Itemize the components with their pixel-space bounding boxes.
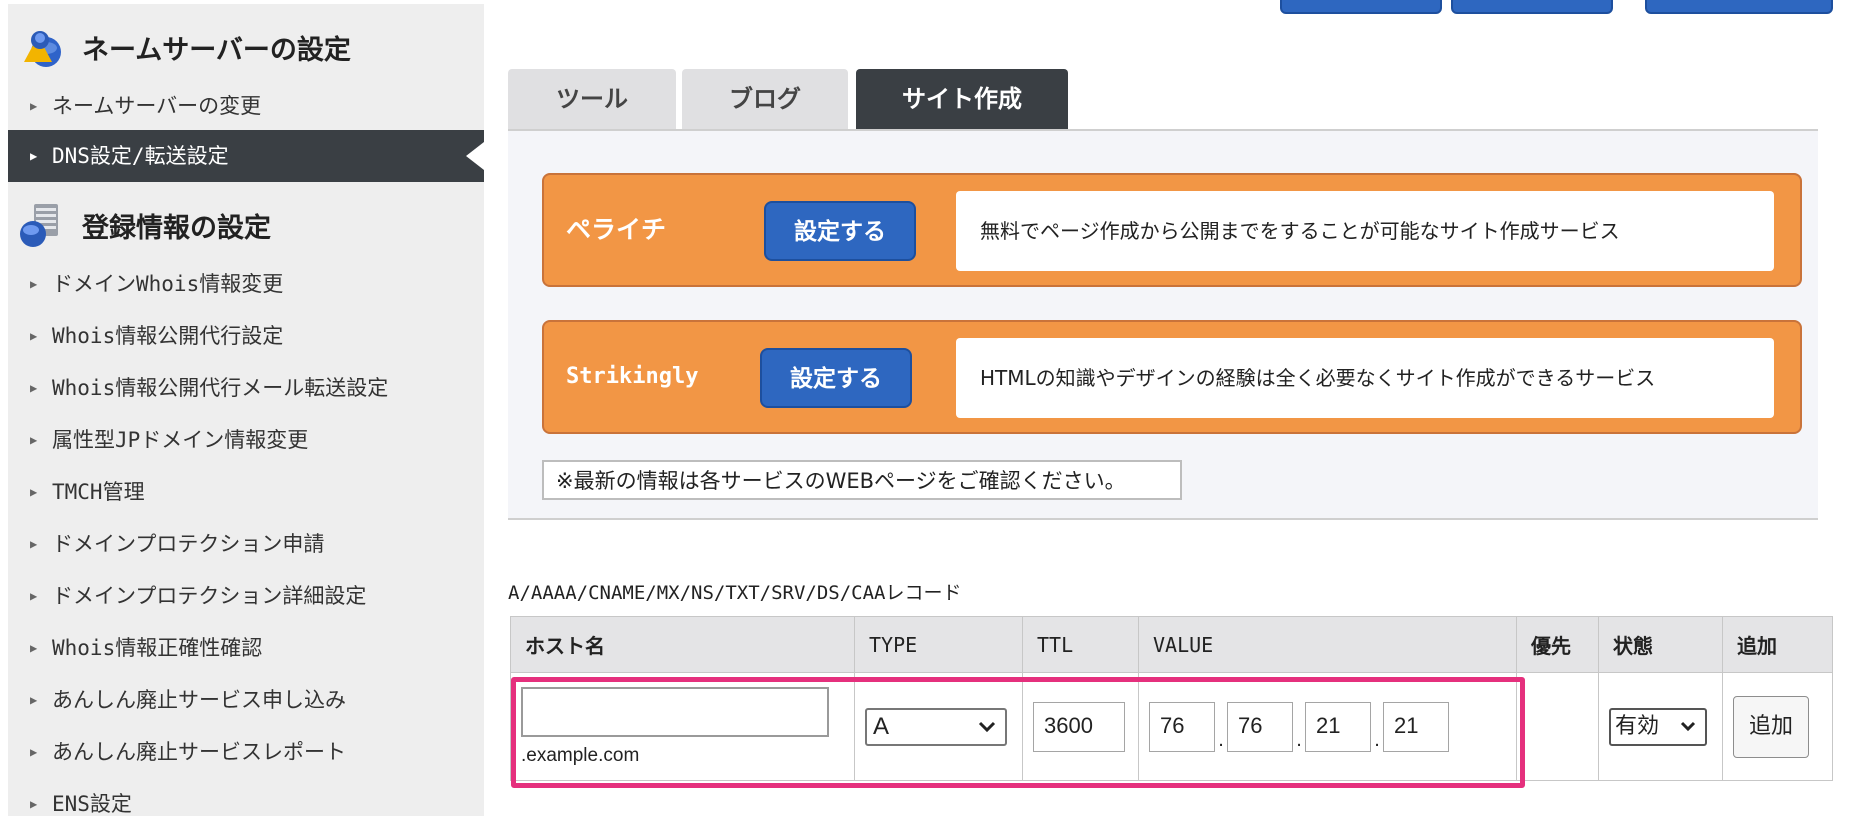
- value-octet-4-input[interactable]: 21: [1383, 701, 1449, 752]
- service-description: HTMLの知識やデザインの経験は全く必要なくサイト作成ができるサービス: [956, 338, 1774, 418]
- triangle-right-icon: ▶: [30, 745, 38, 759]
- column-header-priority: 優先: [1516, 616, 1599, 673]
- status-select[interactable]: 有効: [1609, 707, 1707, 746]
- priority-cell: [1516, 672, 1599, 781]
- document-globe-icon: [20, 204, 58, 247]
- active-notch: [466, 142, 484, 170]
- dns-record-table: ホスト名 TYPE TTL VALUE 優先 状態 追加 .example.co…: [510, 616, 1833, 781]
- triangle-right-icon: ▶: [30, 381, 38, 395]
- host-name-input[interactable]: [521, 686, 829, 737]
- sidebar-item-whois-accuracy[interactable]: ▶ Whois情報正確性確認: [8, 622, 484, 674]
- tab-tools[interactable]: ツール: [508, 69, 676, 129]
- sidebar-item-jp-domain[interactable]: ▶ 属性型JPドメイン情報変更: [8, 414, 484, 466]
- sidebar: ネームサーバーの設定 ▶ ネームサーバーの変更 ▶ DNS設定/転送設定 登録情…: [8, 4, 484, 816]
- type-cell: A: [854, 672, 1023, 781]
- sidebar-item-nameserver-change[interactable]: ▶ ネームサーバーの変更: [8, 80, 484, 132]
- triangle-right-icon: ▶: [30, 433, 38, 447]
- column-header-host: ホスト名: [510, 616, 855, 673]
- value-octet-2-input[interactable]: 76: [1227, 701, 1293, 752]
- sidebar-item-anshin-report[interactable]: ▶ あんしん廃止サービスレポート: [8, 726, 484, 778]
- host-cell: .example.com: [510, 672, 855, 781]
- chevron-down-icon: [1679, 710, 1697, 756]
- ttl-cell: 3600: [1022, 672, 1139, 781]
- type-select[interactable]: A: [865, 707, 1007, 746]
- triangle-right-icon: ▶: [30, 589, 38, 603]
- sidebar-item-tmch[interactable]: ▶ TMCH管理: [8, 466, 484, 518]
- status-cell: 有効: [1598, 672, 1723, 781]
- value-octet-3-input[interactable]: 21: [1305, 701, 1371, 752]
- triangle-right-icon: ▶: [30, 149, 38, 163]
- column-header-status: 状態: [1598, 616, 1723, 673]
- triangle-right-icon: ▶: [30, 797, 38, 811]
- triangle-right-icon: ▶: [30, 329, 38, 343]
- add-record-button[interactable]: 追加: [1733, 695, 1809, 758]
- value-cell: 76.76.21.21: [1138, 672, 1517, 781]
- sidebar-item-whois-change[interactable]: ▶ ドメインWhois情報変更: [8, 258, 484, 310]
- triangle-right-icon: ▶: [30, 485, 38, 499]
- configure-button[interactable]: 設定する: [764, 201, 916, 261]
- site-creation-panel: ペライチ 設定する 無料でページ作成から公開までをすることが可能なサイト作成サー…: [508, 131, 1818, 520]
- service-description: 無料でページ作成から公開までをすることが可能なサイト作成サービス: [956, 191, 1774, 271]
- triangle-right-icon: ▶: [30, 641, 38, 655]
- tab-blog[interactable]: ブログ: [682, 69, 848, 129]
- section-title: ネームサーバーの設定: [82, 35, 351, 66]
- service-name: Strikingly: [566, 364, 699, 389]
- column-header-type: TYPE: [854, 616, 1023, 673]
- top-button-2[interactable]: [1451, 0, 1613, 14]
- section-nameserver: ネームサーバーの設定: [8, 14, 484, 74]
- column-header-ttl: TTL: [1022, 616, 1139, 673]
- triangle-right-icon: ▶: [30, 99, 38, 113]
- configure-button[interactable]: 設定する: [760, 348, 912, 408]
- table-row: .example.com A 3600 76.76.21.21 有効 追加: [510, 672, 1833, 781]
- sidebar-item-protection-detail[interactable]: ▶ ドメインプロテクション詳細設定: [8, 570, 484, 622]
- column-header-value: VALUE: [1138, 616, 1517, 673]
- top-button-3[interactable]: [1645, 0, 1833, 14]
- ttl-input[interactable]: 3600: [1033, 701, 1125, 752]
- sidebar-item-protection-apply[interactable]: ▶ ドメインプロテクション申請: [8, 518, 484, 570]
- triangle-right-icon: ▶: [30, 537, 38, 551]
- value-octet-1-input[interactable]: 76: [1149, 701, 1215, 752]
- section-title: 登録情報の設定: [82, 213, 271, 244]
- triangle-right-icon: ▶: [30, 693, 38, 707]
- top-button-1[interactable]: [1280, 0, 1442, 14]
- sidebar-item-anshin-apply[interactable]: ▶ あんしん廃止サービス申し込み: [8, 674, 484, 726]
- tab-site-creation[interactable]: サイト作成: [856, 69, 1068, 129]
- sidebar-item-dns-settings[interactable]: ▶ DNS設定/転送設定: [8, 130, 484, 182]
- service-name: ペライチ: [566, 215, 667, 244]
- domain-suffix: .example.com: [521, 744, 640, 766]
- service-card-peraichi: ペライチ 設定する 無料でページ作成から公開までをすることが可能なサイト作成サー…: [542, 173, 1802, 287]
- sidebar-item-ens[interactable]: ▶ ENS設定: [8, 778, 484, 830]
- records-title: A/AAAA/CNAME/MX/NS/TXT/SRV/DS/CAAレコード: [508, 582, 962, 604]
- sidebar-item-whois-proxy[interactable]: ▶ Whois情報公開代行設定: [8, 310, 484, 362]
- triangle-right-icon: ▶: [30, 277, 38, 291]
- sidebar-item-whois-mail-forward[interactable]: ▶ Whois情報公開代行メール転送設定: [8, 362, 484, 414]
- chevron-down-icon: [977, 710, 997, 755]
- service-card-strikingly: Strikingly 設定する HTMLの知識やデザインの経験は全く必要なくサイ…: [542, 320, 1802, 434]
- globe-user-icon: [24, 31, 61, 67]
- section-registration: 登録情報の設定: [8, 192, 484, 252]
- add-cell: 追加: [1722, 672, 1833, 781]
- info-note: ※最新の情報は各サービスのWEBページをご確認ください。: [542, 460, 1182, 500]
- column-header-add: 追加: [1722, 616, 1833, 673]
